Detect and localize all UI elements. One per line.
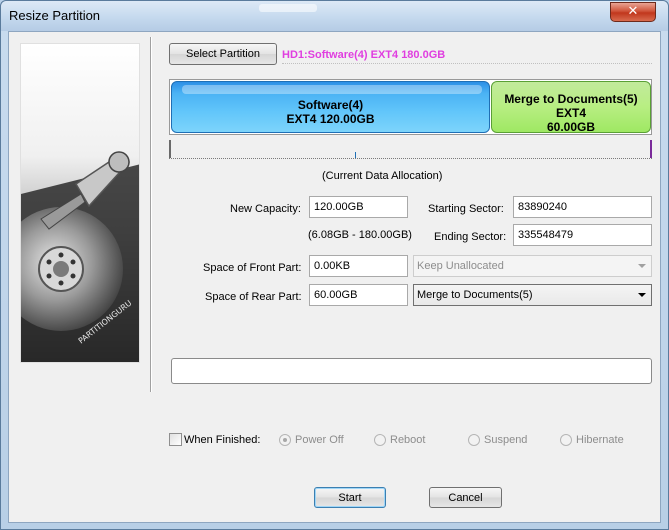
reboot-radio[interactable]: [374, 434, 386, 446]
partition-software-detail: EXT4 120.00GB: [286, 112, 375, 126]
partition-merge-name: Merge to Documents(5): [504, 92, 638, 106]
ending-sector-label: Ending Sector:: [434, 231, 507, 243]
new-capacity-input[interactable]: 120.00GB: [309, 196, 408, 218]
resize-partition-window: Resize Partition ✕ PARTITIONGURU Select …: [0, 0, 669, 530]
starting-sector-input[interactable]: 83890240: [513, 196, 652, 218]
hibernate-label: Hibernate: [576, 434, 624, 446]
hibernate-radio[interactable]: [560, 434, 572, 446]
dialog-body: PARTITIONGURU Select Partition HD1:Softw…: [8, 31, 661, 523]
progress-bar: [171, 358, 652, 384]
data-allocation-ruler: [169, 158, 652, 159]
select-partition-button[interactable]: Select Partition: [169, 43, 277, 65]
allocation-marker-end: [650, 140, 652, 158]
when-finished-label: When Finished:: [184, 434, 261, 446]
power-off-radio[interactable]: [279, 434, 291, 446]
window-title: Resize Partition: [9, 8, 101, 23]
partition-merge-fs: EXT4: [555, 106, 586, 120]
rear-space-input[interactable]: 60.00GB: [309, 284, 408, 306]
chevron-down-icon: [638, 293, 646, 297]
suspend-label: Suspend: [484, 434, 528, 446]
allocation-marker-mid: [355, 152, 356, 158]
cancel-button[interactable]: Cancel: [429, 487, 502, 508]
hard-drive-image: PARTITIONGURU: [21, 44, 139, 362]
front-space-select[interactable]: Keep Unallocated: [413, 255, 652, 277]
when-finished-checkbox[interactable]: [169, 433, 182, 446]
front-space-option: Keep Unallocated: [417, 260, 504, 272]
title-bar-blur: [259, 4, 317, 12]
close-button[interactable]: ✕: [610, 2, 656, 22]
power-off-label: Power Off: [295, 434, 344, 446]
rear-space-option: Merge to Documents(5): [417, 289, 533, 301]
front-space-label: Space of Front Part:: [203, 262, 302, 274]
rear-space-select[interactable]: Merge to Documents(5): [413, 284, 652, 306]
selected-disk-label: HD1:Software(4) EXT4 180.0GB: [282, 49, 446, 61]
allocation-caption: (Current Data Allocation): [322, 170, 443, 182]
starting-sector-label: Starting Sector:: [428, 203, 504, 215]
rear-space-label: Space of Rear Part:: [205, 291, 302, 303]
partition-sheen: [182, 85, 482, 94]
reboot-label: Reboot: [390, 434, 426, 446]
capacity-range: (6.08GB - 180.00GB): [308, 229, 412, 241]
vertical-divider: [150, 37, 152, 392]
title-bar[interactable]: Resize Partition ✕: [1, 1, 668, 31]
partition-software[interactable]: Software(4) EXT4 120.00GB: [171, 81, 490, 133]
hard-drive-illustration: PARTITIONGURU: [20, 43, 140, 363]
front-space-input[interactable]: 0.00KB: [309, 255, 408, 277]
suspend-radio[interactable]: [468, 434, 480, 446]
chevron-down-icon: [638, 264, 646, 268]
allocation-marker-start: [169, 140, 171, 158]
partition-bar[interactable]: Software(4) EXT4 120.00GB Merge to Docum…: [169, 79, 652, 135]
ending-sector-input[interactable]: 335548479: [513, 224, 652, 246]
new-capacity-label: New Capacity:: [230, 203, 301, 215]
partition-merge-size: 60.00GB: [546, 120, 596, 134]
start-button[interactable]: Start: [314, 487, 386, 508]
partition-merge-documents[interactable]: Merge to Documents(5) EXT4 60.00GB: [491, 81, 651, 134]
